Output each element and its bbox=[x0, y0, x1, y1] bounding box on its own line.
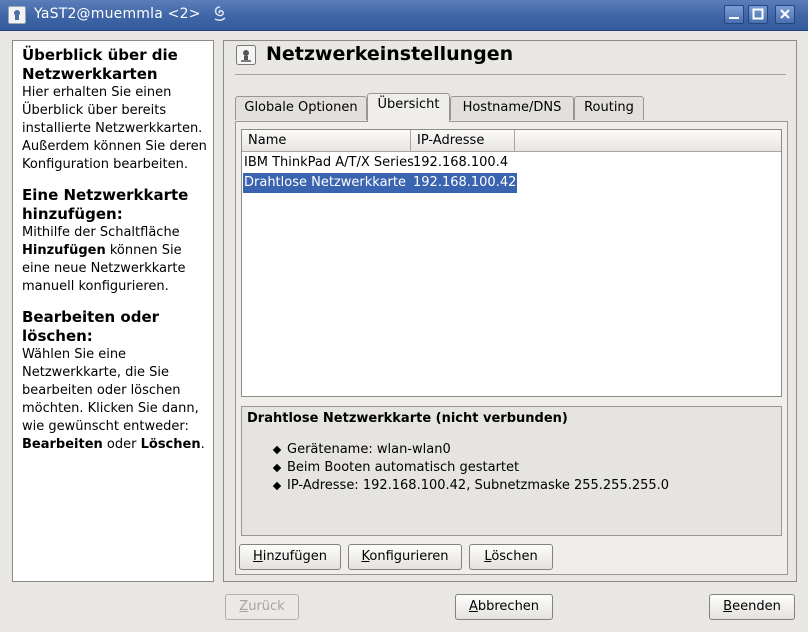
cell-name: IBM ThinkPad A/T/X Series bbox=[244, 155, 414, 170]
details-item-boot: Beim Booten automatisch gestartet bbox=[274, 459, 669, 477]
details-list: Gerätename: wlan-wlan0 Beim Booten autom… bbox=[274, 441, 669, 495]
finish-button[interactable]: Beenden bbox=[709, 594, 795, 620]
details-box: Drahtlose Netzwerkkarte (nicht verbunden… bbox=[241, 406, 782, 536]
page-title: Netzwerkeinstellungen bbox=[266, 43, 514, 65]
back-button[interactable]: Zurück bbox=[225, 594, 299, 620]
cell-name: Drahtlose Netzwerkkarte bbox=[243, 173, 411, 193]
title-bar[interactable]: YaST2@muemmla <2> bbox=[0, 0, 808, 31]
cell-ip: 192.168.100.4 bbox=[413, 155, 509, 170]
column-header-name[interactable]: Name bbox=[242, 130, 411, 152]
help-text: Wählen Sie eine Netzwerkkarte, die Sie b… bbox=[22, 347, 205, 452]
help-panel[interactable]: Überblick über die Netzwerkkarten Hier e… bbox=[12, 40, 214, 582]
help-section-overview: Überblick über die Netzwerkkarten Hier e… bbox=[22, 46, 213, 174]
window-title: YaST2@muemmla <2> bbox=[34, 6, 201, 22]
swirl-icon bbox=[212, 5, 228, 27]
cancel-button[interactable]: Abbrechen bbox=[455, 594, 553, 620]
help-text: Mithilfe der Schaltfläche Hinzufügen kön… bbox=[22, 225, 186, 294]
column-header-ip[interactable]: IP-Adresse bbox=[411, 130, 515, 152]
help-heading: Eine Netzwerkkarte hinzufügen: bbox=[22, 186, 189, 223]
column-header-filler bbox=[515, 130, 781, 152]
help-heading: Überblick über die Netzwerkkarten bbox=[22, 46, 178, 83]
header-divider bbox=[235, 74, 786, 75]
tab-overview[interactable]: Übersicht bbox=[367, 93, 450, 122]
main-panel: Netzwerkeinstellungen Globale Optionen Ü… bbox=[223, 40, 797, 582]
tab-global-options[interactable]: Globale Optionen bbox=[235, 96, 367, 120]
tab-routing[interactable]: Routing bbox=[574, 96, 644, 120]
delete-button[interactable]: Löschen bbox=[469, 544, 553, 570]
minimize-button[interactable] bbox=[724, 5, 744, 24]
help-section-add: Eine Netzwerkkarte hinzufügen: Mithilfe … bbox=[22, 186, 213, 296]
yast-window: YaST2@muemmla <2> Überblick über die Net… bbox=[0, 0, 808, 632]
network-settings-icon bbox=[236, 45, 256, 65]
maximize-button[interactable] bbox=[748, 5, 768, 24]
details-item-ip: IP-Adresse: 192.168.100.42, Subnetzmaske… bbox=[274, 477, 669, 495]
tab-hostname-dns[interactable]: Hostname/DNS bbox=[450, 96, 574, 120]
network-card-table[interactable]: Name IP-Adresse IBM ThinkPad A/T/X Serie… bbox=[241, 129, 782, 397]
details-title: Drahtlose Netzwerkkarte (nicht verbunden… bbox=[247, 411, 568, 426]
cell-ip: 192.168.100.42 bbox=[411, 173, 517, 193]
details-item-device: Gerätename: wlan-wlan0 bbox=[274, 441, 669, 459]
help-section-edit: Bearbeiten oder löschen: Wählen Sie eine… bbox=[22, 308, 213, 454]
configure-button[interactable]: Konfigurieren bbox=[348, 544, 462, 570]
help-heading: Bearbeiten oder löschen: bbox=[22, 308, 160, 345]
add-button[interactable]: Hinzufügen bbox=[239, 544, 341, 570]
close-button[interactable] bbox=[775, 5, 795, 24]
yast-app-icon[interactable] bbox=[8, 6, 26, 24]
tab-content-overview: Name IP-Adresse IBM ThinkPad A/T/X Serie… bbox=[235, 121, 788, 575]
help-text: Hier erhalten Sie einen Überblick über b… bbox=[22, 85, 207, 172]
